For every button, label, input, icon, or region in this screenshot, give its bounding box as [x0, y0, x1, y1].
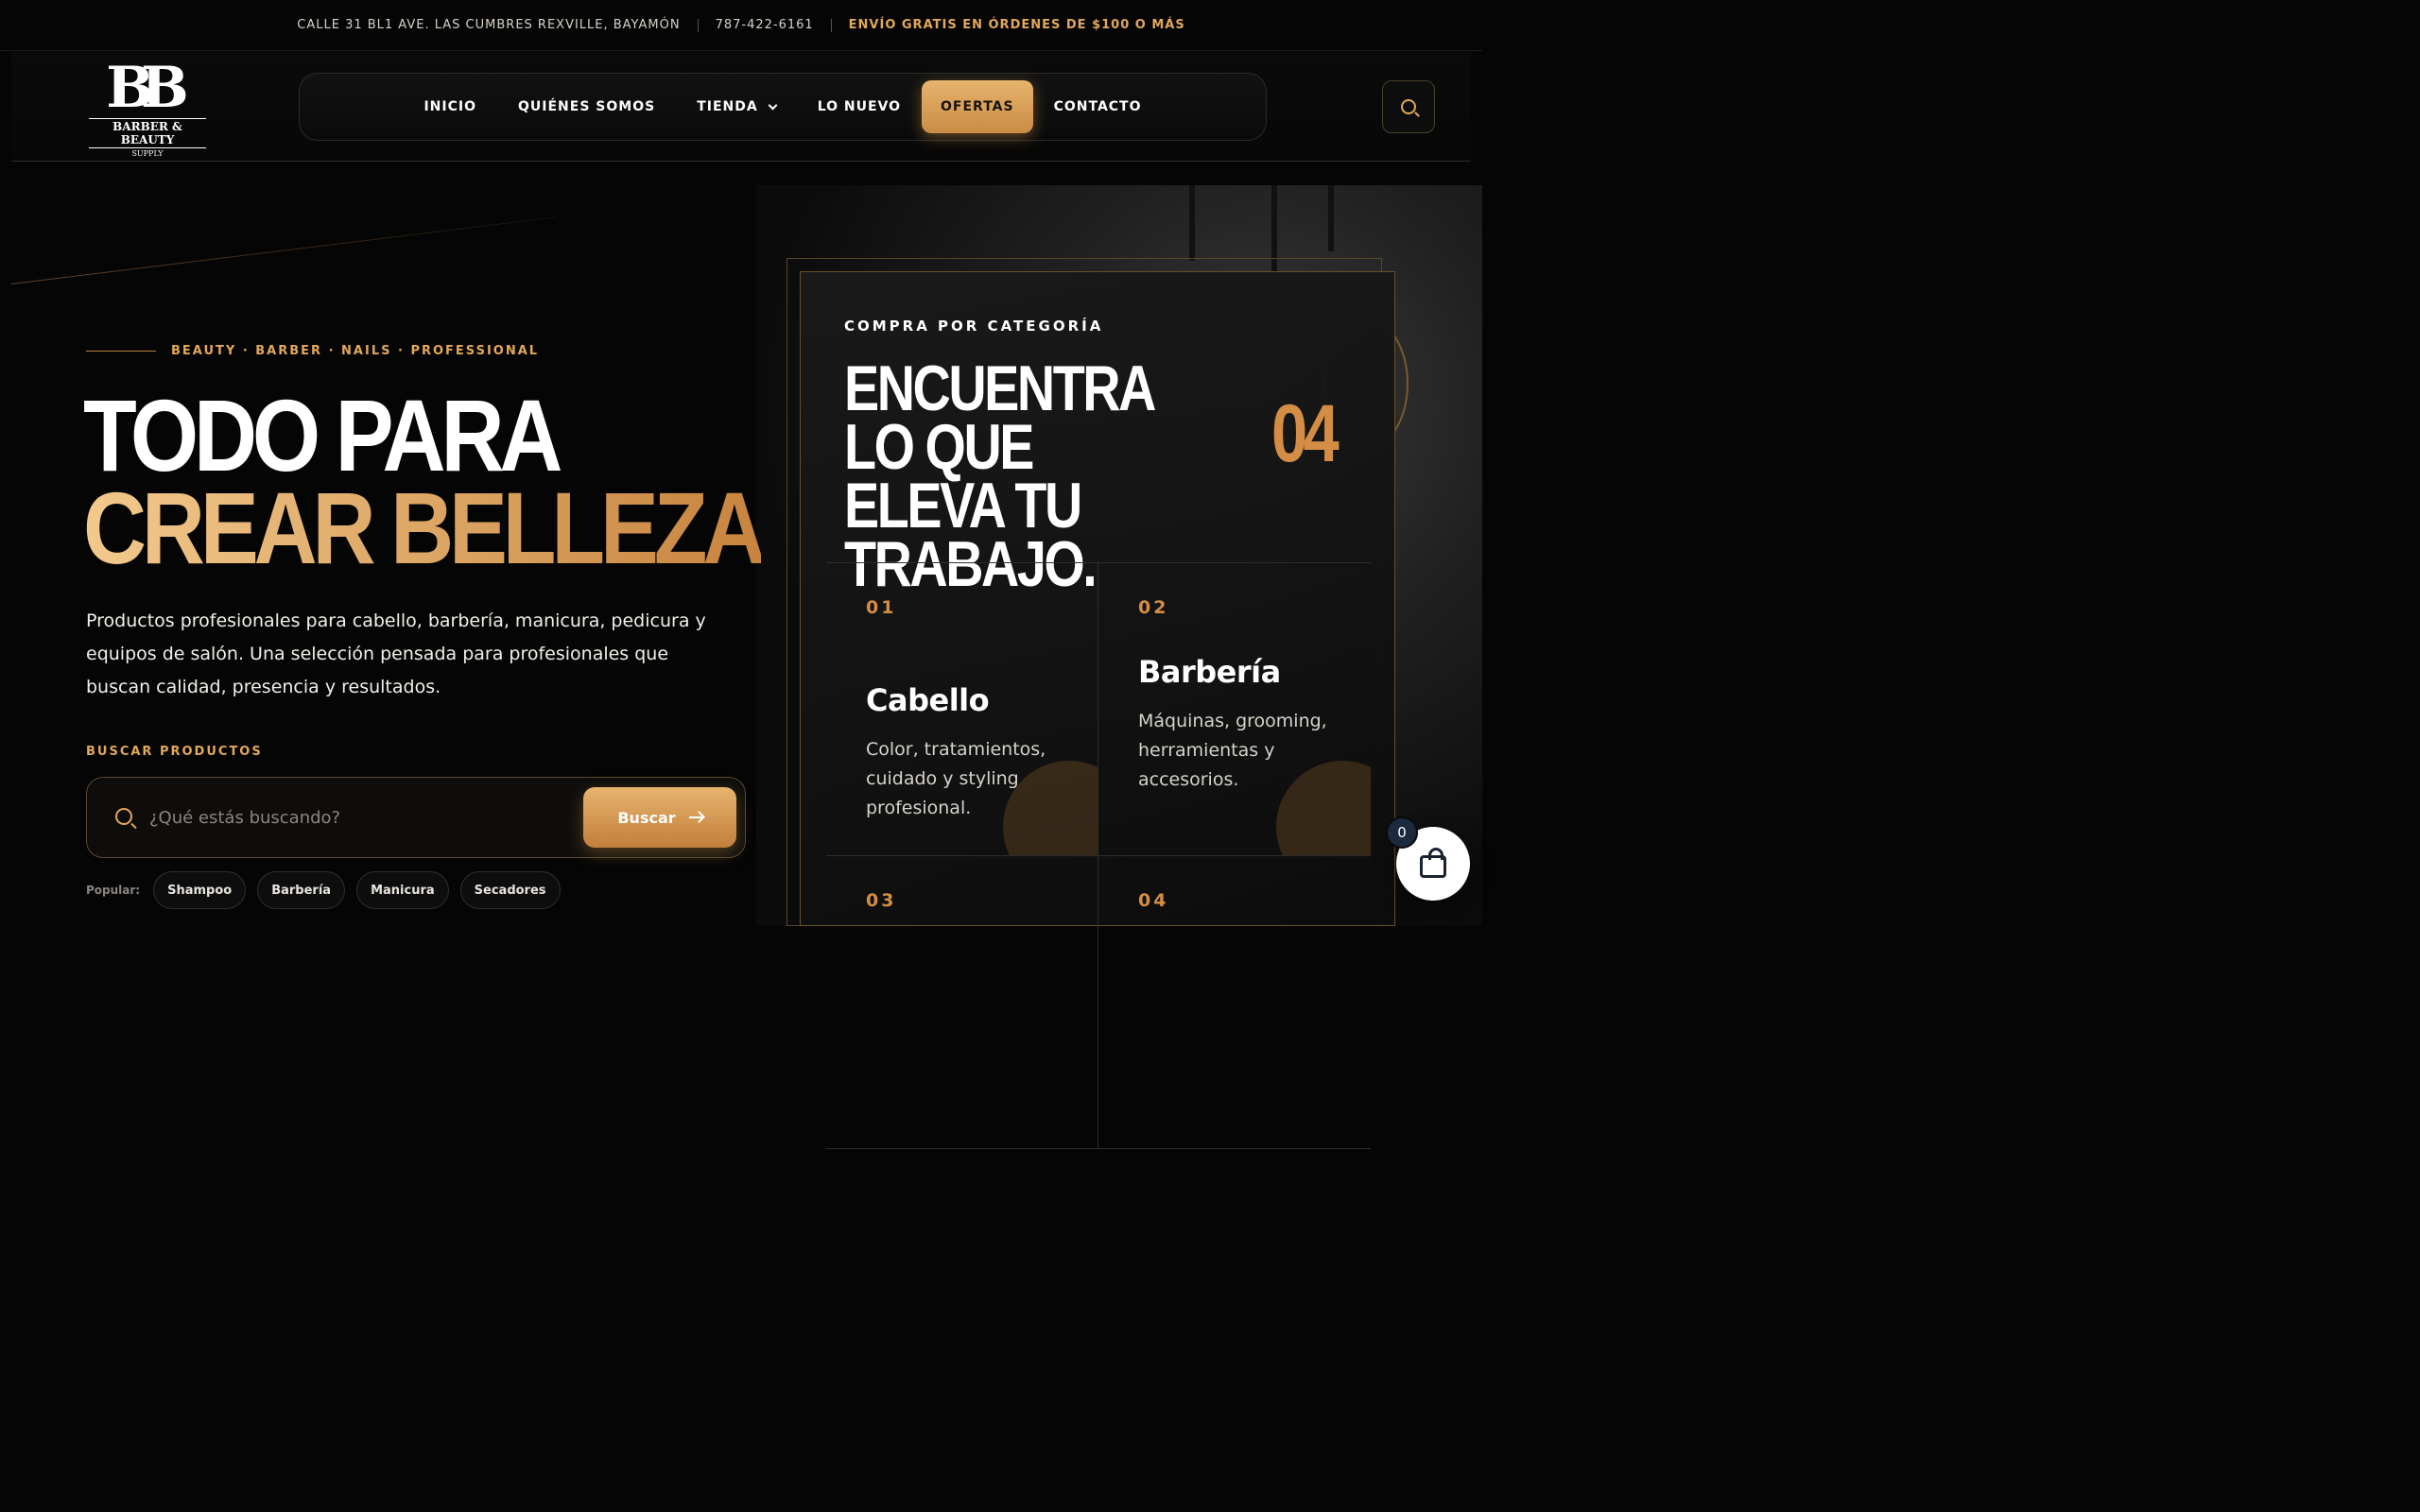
- nav-item-tienda[interactable]: TIENDA: [676, 80, 797, 133]
- category-number: 01: [866, 597, 897, 618]
- arrow-right-icon: [688, 816, 702, 818]
- divider: [830, 18, 832, 32]
- category-name: Cabello: [866, 682, 990, 718]
- category-count: 04: [1271, 388, 1340, 479]
- hero-title-line1: TODO PARA: [83, 378, 562, 492]
- search-icon: [1401, 99, 1416, 114]
- store-phone[interactable]: 787-422-6161: [716, 18, 814, 32]
- shopping-bag-icon: [1420, 848, 1446, 878]
- site-header: BB BARBER & BEAUTY SUPPLY INICIO QUIÉNES…: [11, 52, 1471, 162]
- category-grid: 01 Cabello Color, tratamientos, cuidado …: [826, 562, 1371, 1149]
- category-04[interactable]: 04: [1098, 856, 1371, 1149]
- logo-sub: SUPPLY: [131, 149, 164, 158]
- photo-detail: [1328, 185, 1334, 251]
- decorative-line: [10, 216, 556, 284]
- popular-chip-secadores[interactable]: Secadores: [459, 871, 561, 909]
- nav-item-ofertas[interactable]: OFERTAS: [922, 80, 1033, 133]
- popular-chip-shampoo[interactable]: Shampoo: [153, 871, 247, 909]
- popular-searches: Popular: Shampoo Barbería Manicura Secad…: [86, 871, 561, 909]
- chevron-down-icon: [768, 100, 778, 110]
- nav-label: INICIO: [424, 99, 476, 114]
- category-number: 02: [1138, 597, 1169, 618]
- popular-chip-manicura[interactable]: Manicura: [356, 871, 449, 909]
- category-number: 03: [866, 890, 897, 911]
- card-kicker: COMPRA POR CATEGORÍA: [844, 318, 1104, 335]
- search-icon: [115, 808, 132, 825]
- nav-label: TIENDA: [697, 99, 758, 114]
- nav-item-lo-nuevo[interactable]: LO NUEVO: [797, 80, 922, 133]
- hero-title-line2: CREAR BELLEZA: [83, 471, 766, 585]
- category-barberia[interactable]: 02 Barbería Máquinas, grooming, herramie…: [1098, 563, 1371, 856]
- hero-eyebrow: BEAUTY · BARBER · NAILS · PROFESSIONAL: [86, 344, 539, 358]
- hero-description: Productos profesionales para cabello, ba…: [86, 610, 706, 697]
- search-label: BUSCAR PRODUCTOS: [86, 745, 263, 759]
- search-button-label: Buscar: [617, 808, 676, 827]
- nav-label: CONTACTO: [1053, 99, 1142, 114]
- product-search: Buscar: [86, 777, 746, 858]
- search-input[interactable]: [149, 800, 565, 834]
- top-info-bar: CALLE 31 BL1 AVE. LAS CUMBRES REXVILLE, …: [0, 0, 1482, 51]
- nav-label: OFERTAS: [941, 99, 1014, 114]
- category-cabello[interactable]: 01 Cabello Color, tratamientos, cuidado …: [826, 563, 1098, 856]
- nav-item-quienes-somos[interactable]: QUIÉNES SOMOS: [497, 80, 676, 133]
- nav-label: QUIÉNES SOMOS: [518, 99, 656, 114]
- logo-monogram: BB: [106, 55, 188, 121]
- divider: [697, 18, 699, 32]
- category-card: COMPRA POR CATEGORÍA ENCUENTRA LO QUE EL…: [800, 271, 1395, 1149]
- main-nav: INICIO QUIÉNES SOMOS TIENDA LO NUEVO OFE…: [299, 73, 1267, 141]
- photo-detail: [1189, 185, 1195, 261]
- store-address: CALLE 31 BL1 AVE. LAS CUMBRES REXVILLE, …: [297, 18, 681, 32]
- eyebrow-line: [86, 351, 156, 352]
- shipping-promo: ENVÍO GRATIS EN ÓRDENES DE $100 O MÁS: [848, 18, 1185, 32]
- nav-label: LO NUEVO: [817, 99, 902, 114]
- search-submit-button[interactable]: Buscar: [583, 787, 736, 848]
- category-number: 04: [1138, 890, 1169, 911]
- popular-chip-barberia[interactable]: Barbería: [257, 871, 346, 909]
- category-description: Máquinas, grooming, herramientas y acces…: [1138, 711, 1327, 790]
- nav-item-inicio[interactable]: INICIO: [403, 80, 497, 133]
- category-name: Barbería: [1138, 654, 1281, 690]
- category-03[interactable]: 03: [826, 856, 1098, 1149]
- logo[interactable]: BB BARBER & BEAUTY SUPPLY: [89, 60, 206, 158]
- card-title: ENCUENTRA LO QUE ELEVA TU TRABAJO.: [844, 352, 1154, 600]
- popular-label: Popular:: [86, 884, 141, 897]
- eyebrow-text: BEAUTY · BARBER · NAILS · PROFESSIONAL: [171, 344, 540, 358]
- nav-item-contacto[interactable]: CONTACTO: [1033, 80, 1163, 133]
- category-description: Color, tratamientos, cuidado y styling p…: [866, 739, 1046, 818]
- header-search-button[interactable]: [1382, 80, 1435, 133]
- hero-title: TODO PARA CREAR BELLEZA: [83, 378, 766, 585]
- cart-count-badge: 0: [1386, 816, 1418, 849]
- logo-name: BARBER & BEAUTY: [89, 118, 206, 148]
